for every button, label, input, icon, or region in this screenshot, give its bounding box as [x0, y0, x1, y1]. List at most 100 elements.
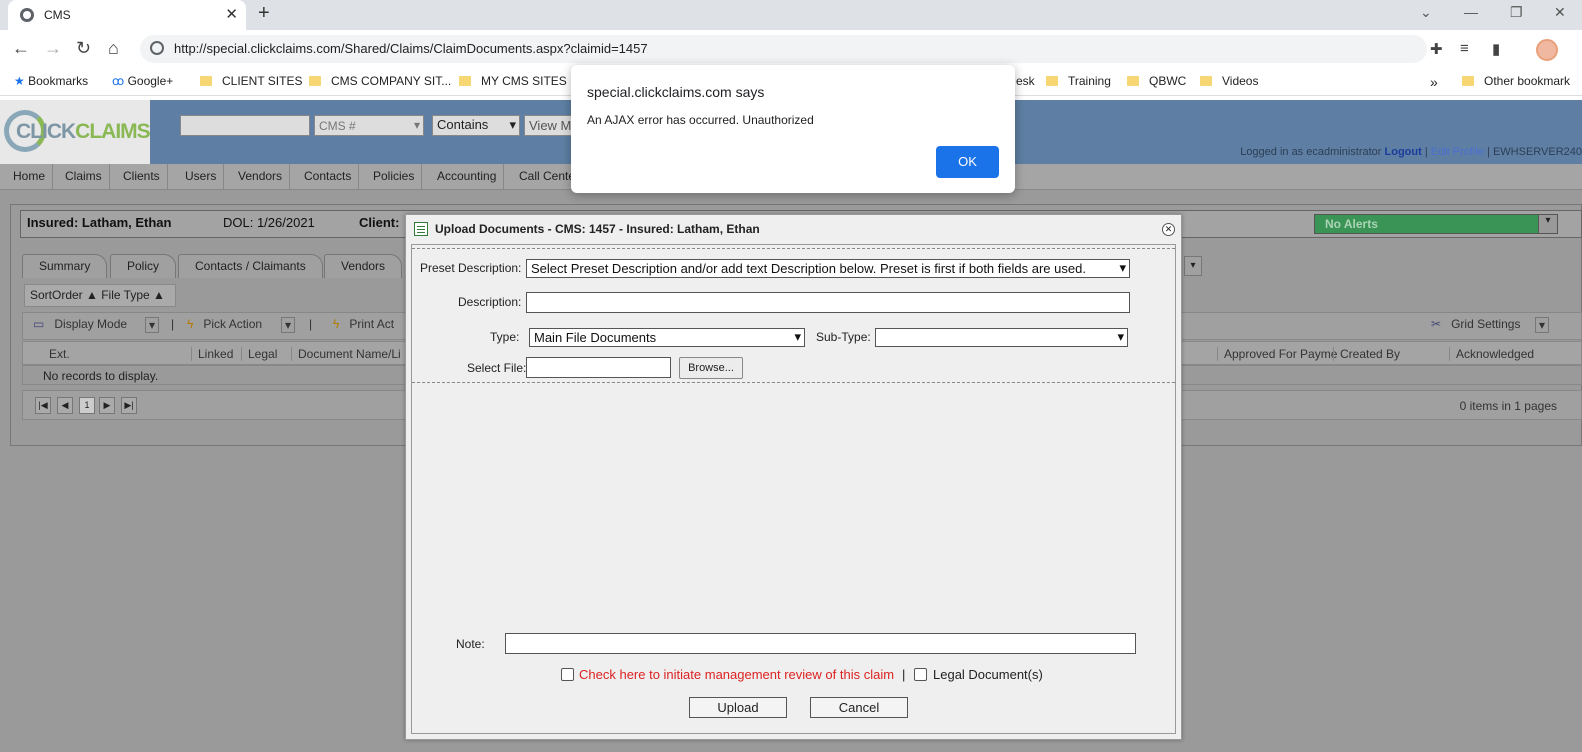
grid-settings-dropdown-icon[interactable]: ▾ — [1535, 317, 1550, 333]
tab-summary[interactable]: Summary — [22, 254, 108, 278]
pick-action-dropdown-icon[interactable]: ▾ — [281, 317, 296, 333]
folder-icon — [1046, 76, 1058, 86]
globe-icon — [20, 8, 34, 22]
minimize-icon[interactable]: — — [1464, 4, 1478, 20]
document-icon — [414, 222, 428, 236]
tabs-dropdown-icon[interactable]: ▾ — [1184, 256, 1202, 276]
bookmarks-overflow[interactable]: » — [1430, 74, 1438, 90]
upload-button[interactable]: Upload — [689, 697, 787, 718]
clickclaims-logo[interactable]: CLICKCLAIMS — [0, 100, 151, 164]
edit-profile-link[interactable]: Edit Profile — [1431, 146, 1484, 158]
alerts-dropdown-icon[interactable]: ▾ — [1538, 214, 1558, 234]
preset-description-label: Preset Description: — [420, 261, 522, 275]
side-panel-icon[interactable]: ▮ — [1492, 40, 1510, 58]
last-page-icon[interactable]: ▶| — [121, 397, 137, 414]
col-approved[interactable]: Approved For Payme — [1217, 347, 1337, 361]
menu-claims[interactable]: Claims — [58, 164, 110, 190]
url-text: http://special.clickclaims.com/Shared/Cl… — [174, 41, 648, 56]
display-mode-button[interactable]: ▭ Display Mode — [33, 317, 127, 331]
bookmark-videos[interactable]: Videos — [1200, 74, 1258, 88]
bookmark-star[interactable]: ★ Bookmarks — [14, 74, 88, 88]
tab-strip: CMS ✕ + ⌄ — ❐ ✕ — [0, 0, 1582, 30]
extensions-icon[interactable]: ✚ — [1430, 40, 1448, 58]
sort-indicator[interactable]: SortOrder ▲ File Type ▲ — [24, 284, 176, 307]
dialog-title: Upload Documents - CMS: 1457 - Insured: … — [435, 222, 760, 236]
management-review-label[interactable]: Check here to initiate management review… — [579, 667, 894, 682]
pick-action-button[interactable]: ϟ Pick Action — [187, 317, 262, 331]
next-page-icon[interactable]: ▶ — [99, 397, 115, 414]
bookmark-other[interactable]: Other bookmark — [1462, 74, 1570, 88]
legal-document-label[interactable]: Legal Document(s) — [933, 667, 1043, 682]
grid-settings-button[interactable]: ✂ Grid Settings — [1431, 317, 1520, 331]
note-label: Note: — [456, 637, 485, 651]
menu-vendors[interactable]: Vendors — [231, 164, 291, 190]
bookmark-desk[interactable]: esk — [1016, 74, 1035, 88]
site-info-icon[interactable] — [150, 41, 164, 55]
address-bar[interactable]: http://special.clickclaims.com/Shared/Cl… — [140, 35, 1427, 63]
bookmark-client-sites[interactable]: CLIENT SITES — [200, 74, 302, 88]
login-info: Logged in as ecadministrator Logout | Ed… — [1240, 146, 1582, 158]
bookmark-qbwc[interactable]: QBWC — [1127, 74, 1186, 88]
type-select[interactable]: Main File Documents — [529, 328, 805, 347]
browser-toolbar: ← → ↻ ⌂ http://special.clickclaims.com/S… — [0, 30, 1582, 68]
menu-users[interactable]: Users — [178, 164, 225, 190]
alerts-select[interactable]: No Alerts — [1314, 214, 1556, 234]
media-icon[interactable]: ≡ — [1460, 40, 1478, 58]
logout-link[interactable]: Logout — [1385, 146, 1422, 158]
file-path-input[interactable] — [526, 357, 671, 378]
browser-tab[interactable]: CMS ✕ — [8, 0, 246, 30]
forward-icon[interactable]: → — [44, 38, 62, 59]
col-ext[interactable]: Ext. — [49, 347, 70, 361]
legal-document-checkbox[interactable] — [914, 668, 927, 681]
col-linked[interactable]: Linked — [191, 347, 233, 361]
menu-policies[interactable]: Policies — [366, 164, 423, 190]
print-action-button[interactable]: ϟ Print Act — [333, 317, 394, 331]
browse-button[interactable]: Browse... — [679, 357, 743, 379]
subtype-select[interactable] — [875, 328, 1128, 347]
page-number[interactable]: 1 — [79, 397, 95, 414]
display-mode-dropdown-icon[interactable]: ▾ — [145, 317, 160, 333]
cancel-button[interactable]: Cancel — [810, 697, 908, 718]
menu-home[interactable]: Home — [6, 164, 54, 190]
col-legal[interactable]: Legal — [241, 347, 277, 361]
prev-page-icon[interactable]: ◀ — [57, 397, 73, 414]
upload-documents-dialog: Upload Documents - CMS: 1457 - Insured: … — [405, 214, 1182, 740]
window-close-icon[interactable]: ✕ — [1554, 4, 1566, 21]
description-input[interactable] — [526, 292, 1130, 313]
close-tab-icon[interactable]: ✕ — [225, 5, 238, 23]
select-file-label: Select File: — [467, 361, 527, 375]
preset-description-select[interactable]: Select Preset Description and/or add tex… — [526, 259, 1130, 278]
profile-avatar[interactable] — [1536, 39, 1558, 61]
reload-icon[interactable]: ↻ — [76, 38, 91, 59]
menu-contacts[interactable]: Contacts — [297, 164, 360, 190]
col-created-by[interactable]: Created By — [1333, 347, 1400, 361]
tab-search-icon[interactable]: ⌄ — [1420, 4, 1432, 21]
search-field-select[interactable]: CMS # ▾ — [314, 115, 424, 136]
tab-contacts-claimants[interactable]: Contacts / Claimants — [178, 254, 323, 278]
dialog-close-icon[interactable]: ✕ — [1162, 223, 1175, 236]
bookmark-google[interactable]: ꝏ Google+ — [112, 74, 173, 88]
restore-icon[interactable]: ❐ — [1510, 4, 1523, 21]
search-operator-select[interactable]: Contains ▾ — [432, 115, 520, 136]
new-tab-icon[interactable]: + — [258, 2, 270, 25]
type-label: Type: — [490, 330, 520, 344]
ok-button[interactable]: OK — [936, 146, 999, 178]
col-document-name[interactable]: Document Name/Li — [291, 347, 401, 361]
tab-policy[interactable]: Policy — [110, 254, 177, 278]
menu-accounting[interactable]: Accounting — [430, 164, 505, 190]
back-icon[interactable]: ← — [12, 38, 30, 59]
bookmark-my-cms[interactable]: MY CMS SITES — [459, 74, 567, 88]
insured-label: Insured: Latham, Ethan — [27, 215, 172, 230]
star-icon: ★ — [14, 74, 25, 88]
col-acknowledged[interactable]: Acknowledged — [1449, 347, 1534, 361]
home-icon[interactable]: ⌂ — [108, 38, 119, 59]
dialog-titlebar[interactable]: Upload Documents - CMS: 1457 - Insured: … — [406, 215, 1181, 243]
first-page-icon[interactable]: |◀ — [35, 397, 51, 414]
header-search-input[interactable] — [180, 115, 310, 136]
note-input[interactable] — [505, 633, 1136, 654]
bookmark-training[interactable]: Training — [1046, 74, 1111, 88]
bookmark-cms-company[interactable]: CMS COMPANY SIT... — [309, 74, 451, 88]
tab-vendors[interactable]: Vendors — [324, 254, 403, 278]
management-review-checkbox[interactable] — [561, 668, 574, 681]
menu-clients[interactable]: Clients — [116, 164, 168, 190]
